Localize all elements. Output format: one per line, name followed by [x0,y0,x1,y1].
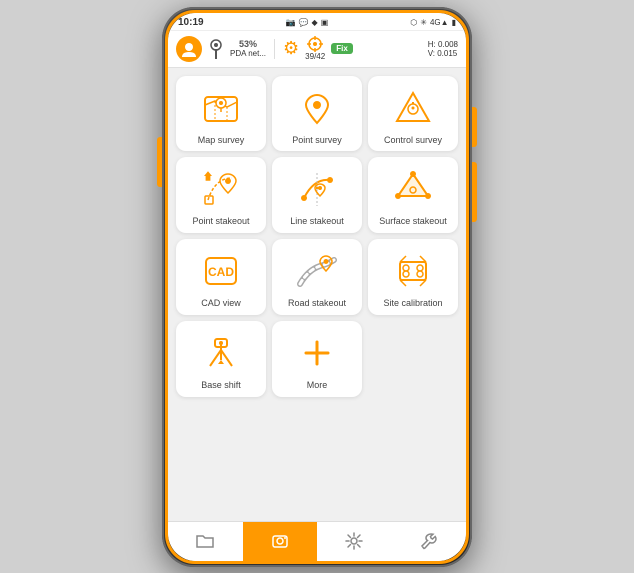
surface-stakeout-label: Surface stakeout [379,216,447,227]
side-button-left [157,137,162,187]
control-survey-label: Control survey [384,135,442,146]
map-survey-icon [199,86,243,130]
cad-view-icon: CAD [199,249,243,293]
status-right: ⬡ ✳ 4G▲ ▮ [410,18,456,27]
coordinates-display: H: 0.008 V: 0.015 [428,40,458,58]
nav-folder[interactable] [168,522,243,561]
base-shift-label: Base shift [201,380,241,391]
wifi-icon: ✳ [420,18,427,27]
status-bar: 10:19 📷 💬 ◆ ▣ ⬡ ✳ 4G▲ ▮ [168,13,466,31]
satellite-target-icon [307,36,323,52]
point-survey-label: Point survey [292,135,342,146]
status-icons: 📷 💬 ◆ ▣ [286,18,329,27]
point-stakeout-icon [199,167,243,211]
screen-icon: ▣ [321,18,329,27]
nav-tools[interactable] [392,522,467,561]
pda-label: PDA net... [230,49,266,58]
fix-badge: Fix [331,43,353,54]
base-shift-item[interactable]: Base shift [176,321,266,397]
side-button-2 [472,162,477,222]
gear-icon[interactable]: ⚙ [283,38,299,59]
camera-icon: 📷 [286,18,296,27]
map-survey-label: Map survey [198,135,245,146]
cad-view-item[interactable]: CAD CAD view [176,239,266,315]
site-calibration-item[interactable]: Site calibration [368,239,458,315]
separator-1 [274,39,275,59]
top-toolbar: 53% PDA net... ⚙ 39/42 F [168,31,466,68]
more-label: More [307,380,328,391]
control-survey-item[interactable]: Control survey [368,76,458,152]
signal-icon: 4G▲ [430,18,449,27]
svg-text:CAD: CAD [208,265,234,279]
v-value: V: 0.015 [428,49,458,58]
more-icon [295,331,339,375]
bluetooth-icon: ⬡ [410,18,417,27]
site-calibration-label: Site calibration [383,298,442,309]
site-calibration-icon [391,249,435,293]
point-stakeout-item[interactable]: Point stakeout [176,157,266,233]
line-stakeout-label: Line stakeout [290,216,344,227]
surface-stakeout-item[interactable]: Surface stakeout [368,157,458,233]
antenna-icon [208,39,224,59]
road-stakeout-label: Road stakeout [288,298,346,309]
point-survey-icon [295,86,339,130]
line-stakeout-icon [295,167,339,211]
point-stakeout-label: Point stakeout [192,216,249,227]
pda-info: 53% PDA net... [230,39,266,58]
battery-percent: 53% [239,39,257,49]
point-survey-item[interactable]: Point survey [272,76,362,152]
phone-device: 10:19 📷 💬 ◆ ▣ ⬡ ✳ 4G▲ ▮ [162,7,472,567]
road-stakeout-icon [295,249,339,293]
surface-stakeout-icon [391,167,435,211]
more-item[interactable]: More [272,321,362,397]
satellite-info: 39/42 [305,36,325,61]
road-stakeout-item[interactable]: Road stakeout [272,239,362,315]
status-time: 10:19 [178,17,204,28]
message-icon: 💬 [299,18,309,27]
apps-grid: Map survey Point survey [172,76,462,397]
nav-survey[interactable] [243,522,318,561]
h-value: H: 0.008 [428,40,458,49]
bottom-navigation [168,521,466,561]
user-avatar[interactable] [176,36,202,62]
side-button-1 [472,107,477,147]
base-shift-icon [199,331,243,375]
map-survey-item[interactable]: Map survey [176,76,266,152]
nav-settings[interactable] [317,522,392,561]
screen: 10:19 📷 💬 ◆ ▣ ⬡ ✳ 4G▲ ▮ [168,13,466,561]
cad-view-label: CAD view [201,298,241,309]
battery-icon: ▮ [452,18,456,27]
line-stakeout-item[interactable]: Line stakeout [272,157,362,233]
main-content: Map survey Point survey [168,68,466,521]
location-icon: ◆ [312,18,318,27]
phone-frame: 10:19 📷 💬 ◆ ▣ ⬡ ✳ 4G▲ ▮ [168,13,466,561]
sat-count: 39/42 [305,52,325,61]
control-survey-icon [391,86,435,130]
